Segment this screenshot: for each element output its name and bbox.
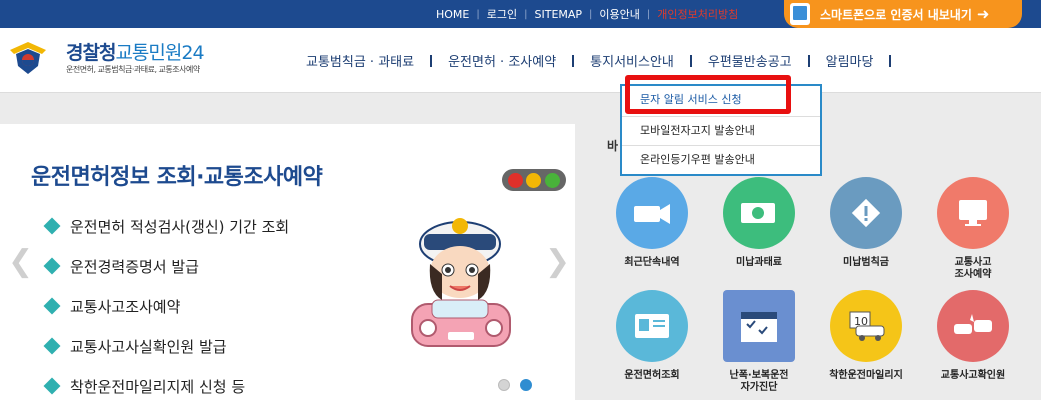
calendar-icon [741,312,777,342]
privacy-policy-link[interactable]: 개인정보처리방침 [657,6,738,22]
nav-license[interactable]: 운전면허 · 조사예약 [448,51,556,70]
service-license-inquiry[interactable]: 운전면허조회 [607,290,697,382]
service-unpaid-penalty[interactable]: 미납범칙금 [821,177,911,269]
police-emblem-icon[interactable] [8,40,48,76]
service-accident-certificate[interactable]: 교통사고확인원 [928,290,1018,382]
slide-dot-2[interactable] [520,379,532,391]
diamond-bullet-icon [43,217,61,235]
main-banner: 운전면허정보 조회·교통조사예약 운전면허 적성검사(갱신) 기간 조회 운전경… [0,124,575,400]
money-icon [741,203,775,223]
banner-title: 운전면허정보 조회·교통조사예약 [31,165,323,190]
smartphone-icon [790,3,810,25]
diamond-bullet-icon [43,337,61,355]
nav-fines[interactable]: 교통범칙금 · 과태료 [306,51,414,70]
menu-item-mobile-notice[interactable]: 모바일전자고지 발송안내 [622,116,820,144]
highlight-box [625,75,791,114]
chevron-left-icon[interactable]: ❮ [8,244,33,279]
guide-link[interactable]: 이용안내 [599,6,639,22]
computer-icon [959,200,987,226]
section-label: 바 [607,139,619,153]
export-certificate-button[interactable]: 스마트폰으로 인증서 내보내기 ➜ [784,0,1022,28]
banner-item[interactable]: 교통사고사실확인원 발급 [43,326,289,366]
top-utility-bar: HOME | 로그인 | SITEMAP | 이용안내 | 개인정보처리방침 스… [0,0,1041,28]
banner-list: 운전면허 적성검사(갱신) 기간 조회 운전경력증명서 발급 교통사고조사예약 … [43,206,289,400]
police-officer-car-illustration [411,218,511,347]
camera-icon [634,204,670,224]
traffic-light-icon [502,169,566,191]
banner-item[interactable]: 교통사고조사예약 [43,286,289,326]
diamond-bullet-icon [43,257,61,275]
service-accident-reservation[interactable]: 교통사고 조사예약 [928,177,1018,281]
main-nav: 교통범칙금 · 과태료 운전면허 · 조사예약 통지서비스안내 우편물반송공고 … [306,51,907,70]
nav-return-mail[interactable]: 우편물반송공고 [708,51,792,70]
sitemap-link[interactable]: SITEMAP [535,8,583,21]
nav-notice[interactable]: 알림마당 [826,51,874,70]
export-certificate-label: 스마트폰으로 인증서 내보내기 [820,7,972,22]
nav-notification[interactable]: 통지서비스안내 [590,51,674,70]
banner-item[interactable]: 운전경력증명서 발급 [43,246,289,286]
banner-item[interactable]: 착한운전마일리지제 신청 등 [43,366,289,400]
slide-dot-1[interactable] [498,379,510,391]
menu-item-online-registered-mail[interactable]: 온라인등기우편 발송안내 [622,145,820,173]
site-title[interactable]: 경찰청교통민원24 [66,38,205,65]
banner-item[interactable]: 운전면허 적성검사(갱신) 기간 조회 [43,206,289,246]
diamond-bullet-icon [43,377,61,395]
warning-icon [851,198,881,228]
top-nav: HOME | 로그인 | SITEMAP | 이용안내 | 개인정보처리방침 [436,6,739,22]
site-header: 경찰청교통민원24 운전면허, 교통범칙금·과태료, 교통조사예약 교통범칙금 … [0,28,1041,93]
mileage-icon: 10 [849,311,885,341]
login-link[interactable]: 로그인 [487,6,517,22]
diamond-bullet-icon [43,297,61,315]
site-subtitle: 운전면허, 교통범칙금·과태료, 교통조사예약 [66,65,200,74]
service-reckless-driving-check[interactable]: 난폭·보복운전 자가진단 [714,290,804,394]
service-unpaid-fines[interactable]: 미납과태료 [714,177,804,269]
service-good-driving-mileage[interactable]: 10 착한운전마일리지 [821,290,911,382]
arrow-right-icon: ➜ [976,5,990,23]
service-recent-enforcement[interactable]: 최근단속내역 [607,177,697,269]
slider-dots [498,379,532,391]
license-icon [635,314,669,338]
home-link[interactable]: HOME [436,8,469,21]
chevron-right-icon[interactable]: ❯ [545,244,570,279]
crash-icon [954,314,992,334]
